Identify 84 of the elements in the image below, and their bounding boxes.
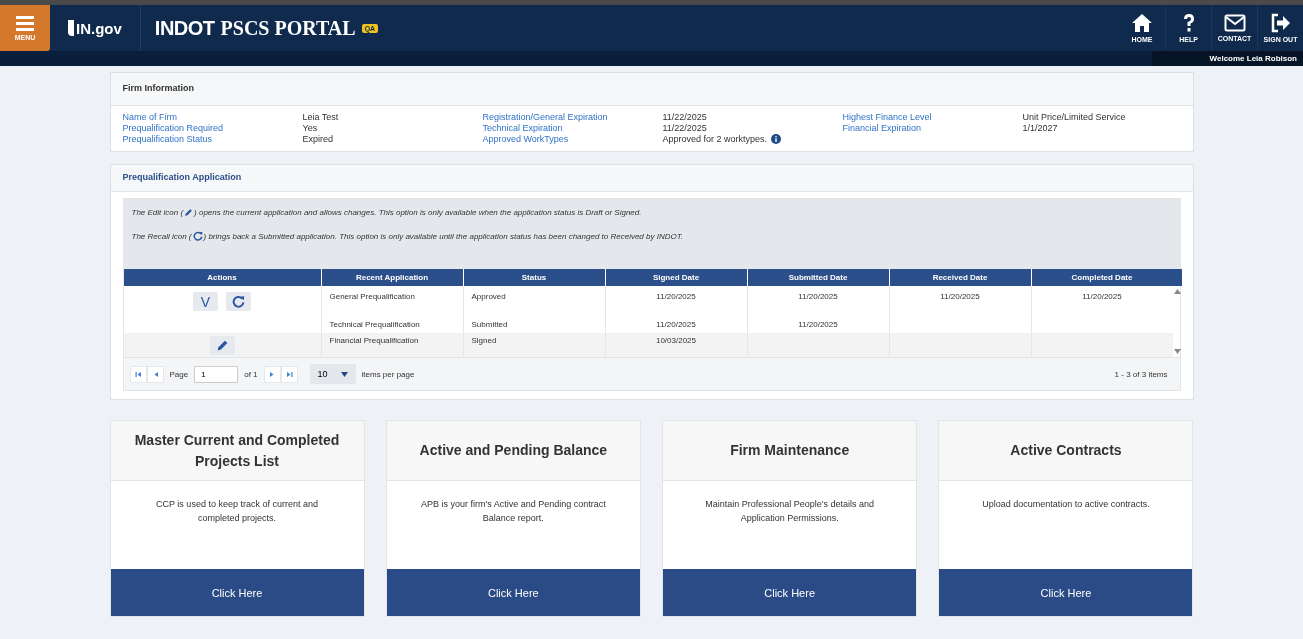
field-label: Financial Expiration bbox=[842, 123, 923, 133]
table-cell: Signed bbox=[462, 333, 605, 357]
per-page-label: items per page bbox=[361, 369, 415, 379]
card-title: Active and Pending Balance bbox=[386, 421, 640, 481]
field-value: 11/22/2025 bbox=[662, 112, 707, 122]
column-header[interactable]: Submitted Date bbox=[746, 269, 889, 286]
field-value: 11/22/2025 bbox=[662, 123, 707, 133]
recall-button[interactable] bbox=[226, 292, 251, 311]
card-description: APB is your firm's Active and Pending contract Balance report. bbox=[419, 498, 607, 526]
card-title: Master Current and Completed Projects List bbox=[110, 421, 364, 481]
logo[interactable]: IN.gov bbox=[76, 19, 122, 37]
sign-out-icon bbox=[1269, 13, 1292, 33]
card-title: Active Contracts bbox=[939, 421, 1193, 481]
welcome-text: Welcome Leia Robison bbox=[1151, 51, 1303, 66]
field-label: Technical Expiration bbox=[482, 123, 564, 133]
scrollbar[interactable] bbox=[1172, 286, 1182, 357]
click-here-button[interactable]: Click Here bbox=[663, 569, 917, 616]
envelope-icon bbox=[1223, 14, 1246, 32]
page-count: of 1 bbox=[244, 369, 258, 379]
column-header[interactable]: Completed Date bbox=[1030, 269, 1173, 286]
first-page-button[interactable] bbox=[129, 365, 147, 383]
field-label: Prequalification Status bbox=[122, 134, 214, 144]
previous-page-icon bbox=[151, 370, 159, 378]
field-label: Approved WorkTypes bbox=[482, 134, 570, 144]
state-shape-icon bbox=[68, 20, 74, 36]
table-cell: Financial Prequalification bbox=[320, 333, 463, 357]
click-here-button[interactable]: Click Here bbox=[386, 569, 640, 616]
info-icon[interactable] bbox=[771, 134, 782, 144]
note-text: ) brings back a Submitted application. This option is only available until the application status has been changed to Received by INDOT. bbox=[203, 231, 684, 241]
click-here-button[interactable]: Click Here bbox=[939, 569, 1193, 616]
note-text: ) opens the current application and allows changes. This option is only available when the application status is Draft or Signed. bbox=[194, 208, 642, 217]
column-header[interactable]: Recent Application bbox=[320, 269, 463, 286]
first-page-icon bbox=[134, 370, 142, 378]
click-here-button[interactable]: Click Here bbox=[110, 569, 364, 616]
card-description: CCP is used to keep track of current and completed projects. bbox=[155, 498, 319, 526]
table-cell: 11/20/2025 bbox=[888, 286, 1031, 318]
page-label: Page bbox=[169, 369, 189, 379]
pencil-icon bbox=[215, 339, 229, 352]
table-cell: 11/20/2025 bbox=[746, 286, 889, 318]
card-description: Upload documentation to active contracts. bbox=[982, 498, 1150, 511]
next-page-icon bbox=[268, 370, 276, 378]
portal-title-bold: INDOT bbox=[154, 16, 215, 40]
field-value: 1/1/2027 bbox=[1022, 123, 1058, 133]
next-page-button[interactable] bbox=[263, 365, 281, 383]
page-size-dropdown[interactable]: 10 bbox=[309, 364, 356, 384]
table-cell: 11/20/2025 bbox=[604, 286, 747, 318]
edit-button[interactable] bbox=[209, 336, 235, 355]
scroll-up-icon bbox=[1173, 289, 1181, 294]
scrollbar-header bbox=[1172, 269, 1182, 286]
home-icon bbox=[1131, 13, 1153, 33]
column-header[interactable]: Signed Date bbox=[604, 269, 747, 286]
pencil-icon bbox=[184, 208, 194, 217]
last-page-icon bbox=[285, 370, 293, 378]
refresh-icon bbox=[232, 295, 245, 308]
note-text: The Recall icon ( bbox=[131, 231, 192, 241]
field-value: Yes bbox=[302, 123, 318, 133]
table-cell: General Prequalification bbox=[320, 286, 463, 318]
panel-title: Prequalification Application bbox=[110, 165, 1193, 192]
column-header[interactable]: Received Date bbox=[888, 269, 1031, 286]
column-header[interactable]: Status bbox=[462, 269, 605, 286]
field-label: Highest Finance Level bbox=[842, 112, 933, 122]
help-icon bbox=[1181, 13, 1196, 33]
column-header[interactable]: Actions bbox=[123, 269, 321, 286]
card-title: Firm Maintenance bbox=[663, 421, 917, 481]
field-value: Unit Price/Limited Service bbox=[1022, 112, 1126, 122]
items-summary: 1 - 3 of 3 items bbox=[1114, 369, 1169, 379]
field-value: Leia Test bbox=[302, 112, 339, 122]
refresh-icon bbox=[192, 231, 203, 241]
table-cell: Approved bbox=[462, 286, 605, 318]
field-value: Approved for 2 worktypes. bbox=[662, 134, 768, 144]
card-description: Maintain Professional People's details and Application Permissions. bbox=[704, 498, 876, 526]
scroll-down-icon bbox=[1173, 349, 1181, 354]
portal-title: PSCS PORTAL bbox=[220, 16, 356, 40]
field-label: Prequalification Required bbox=[122, 123, 225, 133]
field-label: Name of Firm bbox=[122, 112, 178, 122]
field-label: Registration/General Expiration bbox=[482, 112, 609, 122]
table-cell: 10/03/2025 bbox=[604, 333, 747, 357]
page-input[interactable]: 1 bbox=[194, 365, 239, 383]
caret-icon bbox=[340, 371, 348, 377]
field-value: Expired bbox=[302, 134, 333, 144]
panel-title: Firm Information bbox=[110, 73, 1193, 106]
view-button[interactable]: V bbox=[193, 292, 218, 311]
note-text: The Edit icon ( bbox=[131, 208, 184, 217]
table-cell: 11/20/2025 bbox=[1030, 286, 1173, 318]
